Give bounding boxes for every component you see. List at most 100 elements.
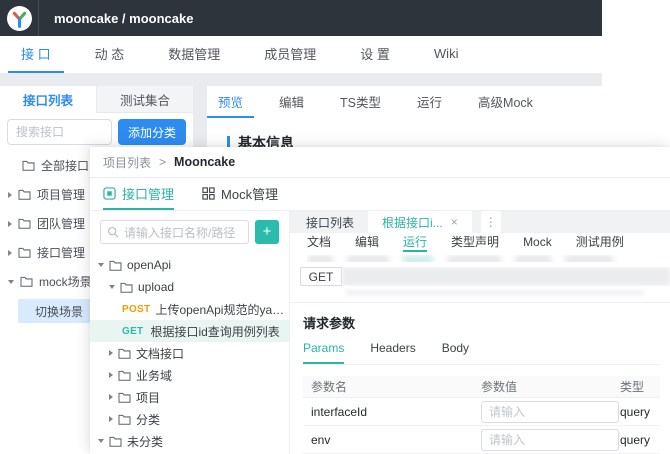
caret-right-icon[interactable] [109,394,113,400]
breadcrumb-current: Mooncake [174,155,235,169]
add-api-button[interactable]: + [255,220,279,244]
params-table-header: 参数名 参数值 类型 [303,376,660,398]
tab-type-declaration[interactable]: 类型声明 [451,233,499,252]
nav-tab-settings[interactable]: 设 置 [347,36,403,73]
more-tabs-menu-icon[interactable]: ⋮ [481,211,501,233]
folder-open-icon [20,276,33,287]
tree-folder-project[interactable]: 项目 [90,386,289,408]
nav-tab-interface[interactable]: 接 口 [8,36,64,73]
tab-run[interactable]: 运行 [406,86,453,118]
tab-advanced-mock[interactable]: 高级Mock [467,86,544,118]
tab-mock-management[interactable]: Mock管理 [202,178,278,210]
caret-right-icon[interactable] [109,416,113,422]
tab-preview[interactable]: 预览 [207,86,254,118]
redacted-toolbar [307,255,656,262]
app-topbar: mooncake / mooncake [0,0,602,36]
caret-down-icon[interactable] [109,285,115,289]
folder-icon [118,392,131,403]
tree-item-label: 文档接口 [136,345,184,362]
tree-item-label: 切换场景 [35,303,83,320]
tree-folder-openapi[interactable]: openApi [90,254,289,276]
nav-tab-data[interactable]: 数据管理 [155,36,233,73]
redacted-blob [347,255,389,262]
redacted-blob [515,255,551,262]
param-value-input[interactable] [481,401,619,423]
tab-doc[interactable]: 文档 [307,233,331,252]
tree-folder-upload[interactable]: upload [90,276,289,298]
api-detail-panel: 接口列表 根据接口i... × ⋮ 文档 编辑 运行 类型声明 Mock 测试用… [290,211,670,454]
tree-folder-doc-api[interactable]: 文档接口 [90,342,289,364]
tree-item-label: 项目 [136,389,160,406]
tree-api-query-usecases[interactable]: GET 根据接口id查询用例列表 [90,320,289,342]
param-row-env: env query [303,426,660,454]
tree-folder-business-domain[interactable]: 业务域 [90,364,289,386]
param-type-tabs: Params Headers Body [303,341,660,365]
tab-body[interactable]: Body [442,341,469,364]
app-logo[interactable] [0,0,39,36]
tab-params[interactable]: Params [303,341,344,364]
col-param-name: 参数名 [303,378,481,395]
tab-run-api[interactable]: 运行 [403,233,427,252]
api-doc-tabs: 文档 编辑 运行 类型声明 Mock 测试用例 [290,233,670,252]
breadcrumb: 项目列表 > Mooncake [90,147,670,178]
caret-right-icon[interactable] [109,350,113,356]
redacted-blob [565,255,613,262]
request-params-heading: 请求参数 [303,313,660,332]
caret-right-icon[interactable] [8,250,12,256]
overlay-body: 请输入接口名称/路径 + openApi upload POST 上传open [90,211,670,454]
tab-interface-management[interactable]: 接口管理 [103,178,174,210]
request-params-section: 请求参数 Params Headers Body 参数名 参数值 类型 inte… [290,303,670,454]
tab-interface-list[interactable]: 接口列表 [0,86,96,113]
tab-ts-type[interactable]: TS类型 [329,86,392,118]
tree-api-upload-yaml[interactable]: POST 上传openApi规范的yaml文件... [90,298,289,320]
tree-item-label: 未分类 [127,433,163,450]
search-interface-input[interactable] [7,119,112,145]
open-tab-interface-list[interactable]: 接口列表 [292,211,368,233]
add-category-button[interactable]: 添加分类 [118,119,186,145]
open-tab-current-api[interactable]: 根据接口i... × [368,211,472,233]
caret-down-icon[interactable] [98,263,104,267]
tree-item-label: 全部接口 [41,157,89,174]
yapi-logo-icon [7,6,32,31]
tree-item-label: 根据接口id查询用例列表 [150,323,279,340]
redacted-blob [447,255,501,262]
tab-mock[interactable]: Mock [523,233,552,252]
project-tabs: 接口管理 Mock管理 [90,178,670,211]
api-search-input[interactable]: 请输入接口名称/路径 [100,220,249,244]
nav-tab-members[interactable]: 成员管理 [251,36,329,73]
breadcrumb-project-list[interactable]: 项目列表 [103,154,151,171]
open-tab-label: 接口列表 [306,214,354,231]
tab-test-collection[interactable]: 测试集合 [96,86,193,113]
params-table: 参数名 参数值 类型 interfaceId query env query [303,376,660,454]
param-value-input[interactable] [481,429,619,451]
tree-folder-category[interactable]: 分类 [90,408,289,430]
param-type: query [620,433,660,447]
caret-down-icon[interactable] [8,280,14,284]
http-method-select[interactable]: GET [300,267,342,286]
open-tabs-bar: 接口列表 根据接口i... × ⋮ [290,211,670,233]
col-param-type: 类型 [620,378,660,395]
redacted-url-input[interactable] [342,267,670,286]
caret-down-icon[interactable] [98,439,104,443]
param-name: env [303,433,481,447]
tree-folder-uncategorized[interactable]: 未分类 [90,430,289,452]
main-nav: 接 口 动 态 数据管理 成员管理 设 置 Wiki [0,36,602,73]
close-tab-icon[interactable]: × [451,215,458,229]
tab-test-case[interactable]: 测试用例 [576,233,624,252]
tab-headers[interactable]: Headers [370,341,415,364]
nav-tab-activity[interactable]: 动 态 [82,36,138,73]
caret-right-icon[interactable] [8,221,12,227]
nav-tab-wiki[interactable]: Wiki [421,36,472,73]
folder-open-icon [120,282,133,293]
folder-icon [118,370,131,381]
method-badge-get: GET [122,326,143,337]
caret-right-icon[interactable] [8,192,12,198]
api-search-placeholder: 请输入接口名称/路径 [124,224,235,241]
tab-edit-api[interactable]: 编辑 [355,233,379,252]
folder-icon [18,247,31,258]
project-overlay-panel: 项目列表 > Mooncake 接口管理 Mock管理 [90,147,670,454]
project-title: mooncake / mooncake [54,11,193,26]
caret-right-icon[interactable] [109,372,113,378]
tab-edit[interactable]: 编辑 [268,86,315,118]
preview-tabs: 预览 编辑 TS类型 运行 高级Mock [207,86,602,118]
